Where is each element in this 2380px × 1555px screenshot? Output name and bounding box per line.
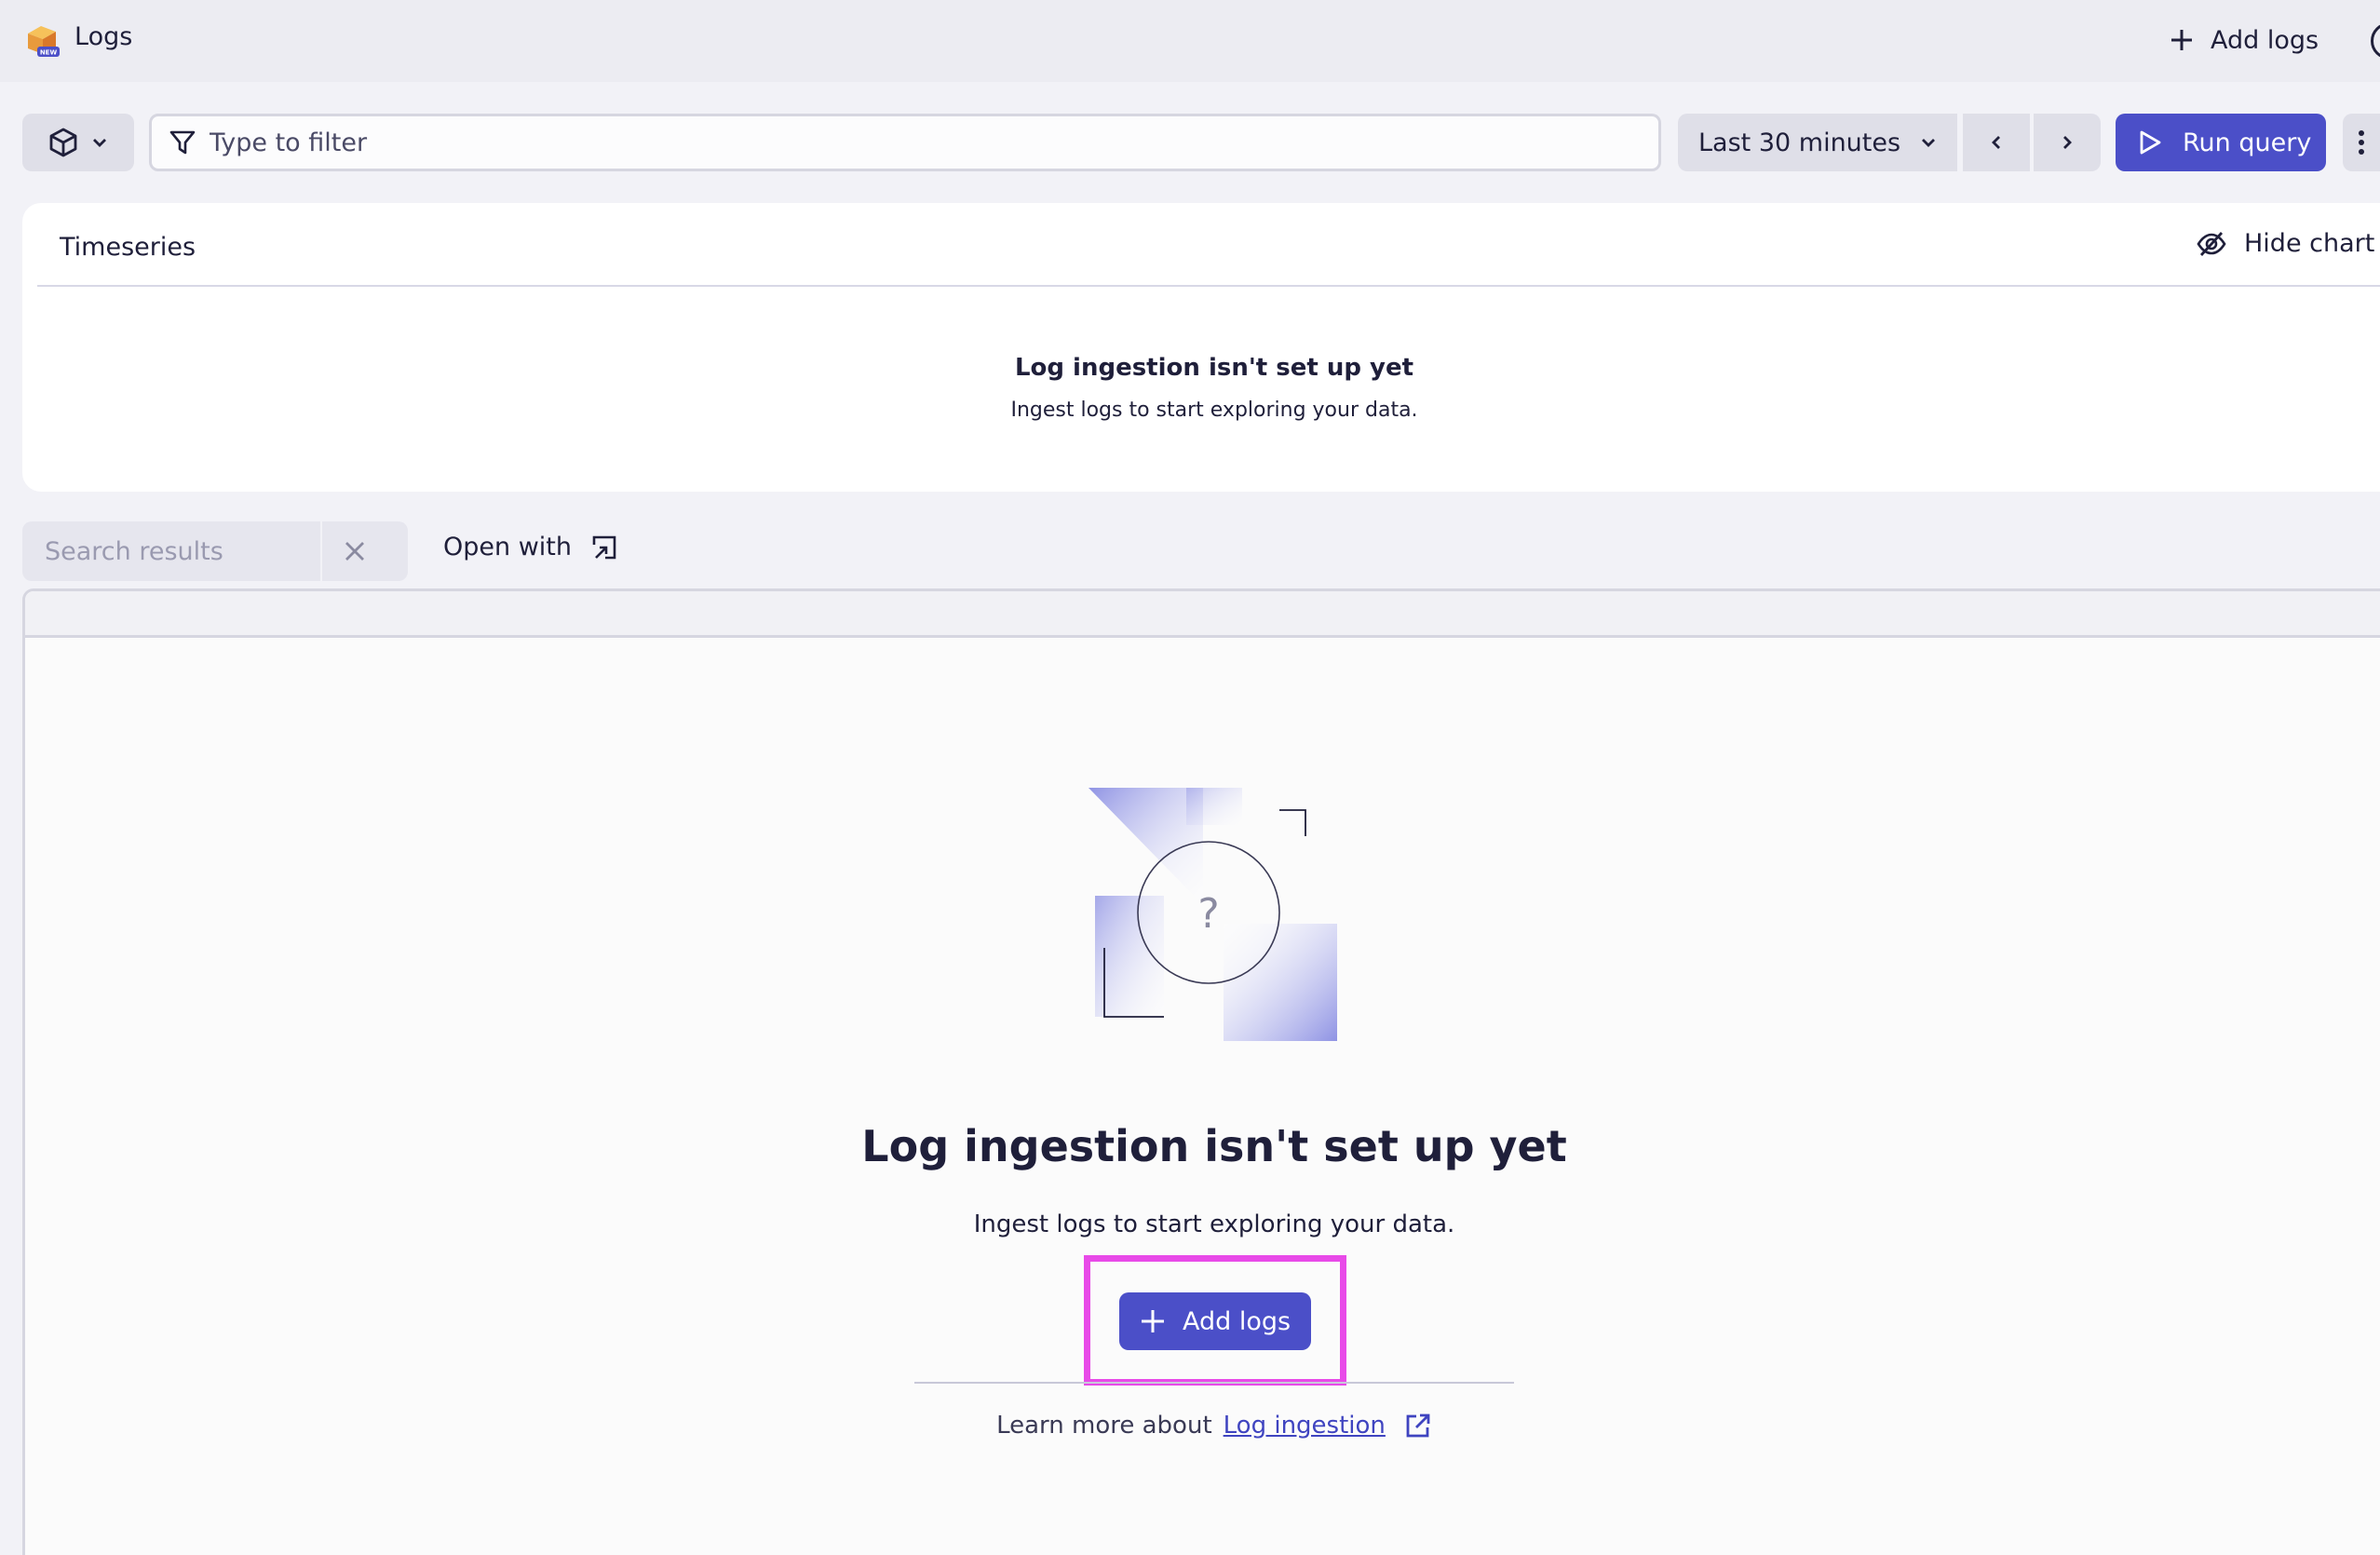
chevron-right-icon	[2063, 136, 2072, 149]
hide-chart-button[interactable]: Hide chart	[2196, 229, 2374, 258]
learn-more-prefix: Learn more about	[996, 1412, 1212, 1440]
external-link-icon[interactable]	[1404, 1412, 1432, 1440]
logs-app-icon[interactable]: NEW	[24, 20, 61, 60]
add-logs-label: Add logs	[1183, 1306, 1291, 1336]
results-panel	[22, 588, 2380, 1555]
app-title: Logs	[74, 22, 133, 51]
search-results-field[interactable]	[22, 521, 408, 581]
filter-field[interactable]	[149, 114, 1661, 171]
timeframe-next-button[interactable]	[2034, 114, 2101, 171]
timeframe-previous-button[interactable]	[1963, 114, 2030, 171]
timeseries-title: Timeseries	[60, 233, 196, 262]
chevron-down-icon	[1922, 139, 1936, 147]
empty-state-subtitle: Ingest logs to start exploring your data…	[973, 1210, 1455, 1238]
log-ingestion-link[interactable]: Log ingestion	[1224, 1412, 1386, 1440]
top-bar	[0, 0, 2380, 82]
add-logs-button[interactable]: Add logs	[1119, 1292, 1311, 1350]
svg-text:?: ?	[1197, 890, 1219, 938]
hide-chart-label: Hide chart	[2244, 229, 2375, 258]
timeframe-label: Last 30 minutes	[1698, 128, 1901, 157]
close-icon	[345, 542, 364, 561]
empty-state-divider	[914, 1382, 1514, 1384]
eye-off-icon	[2197, 231, 2226, 256]
run-query-label: Run query	[2183, 128, 2312, 157]
open-with-icon	[592, 535, 616, 559]
empty-state-title: Log ingestion isn't set up yet	[861, 1121, 1567, 1171]
plus-icon	[1142, 1310, 1164, 1332]
header-add-logs-label: Add logs	[2211, 25, 2319, 55]
clear-search-button[interactable]	[322, 521, 387, 581]
timeseries-divider	[37, 285, 2380, 287]
cube-icon	[49, 128, 77, 157]
open-with-label: Open with	[443, 533, 572, 561]
plus-icon	[2171, 30, 2192, 50]
empty-state-illustration: ?	[1089, 788, 1337, 1041]
more-options-button[interactable]	[2343, 114, 2380, 171]
chevron-left-icon	[1992, 136, 2000, 149]
play-icon	[2140, 130, 2161, 155]
results-table-header	[25, 591, 2380, 638]
learn-more-row: Learn more about Log ingestion	[0, 1412, 2380, 1440]
timeseries-empty-title: Log ingestion isn't set up yet	[1014, 354, 1414, 382]
filter-input[interactable]	[210, 128, 1606, 157]
run-query-button[interactable]: Run query	[2116, 114, 2326, 171]
timeseries-empty-subtitle: Ingest logs to start exploring your data…	[1010, 399, 1418, 422]
chevron-down-icon	[93, 139, 106, 147]
segment-selector-button[interactable]	[22, 114, 134, 171]
timeseries-card	[22, 203, 2380, 492]
header-add-logs-button[interactable]: Add logs	[2170, 19, 2319, 61]
svg-text:NEW: NEW	[40, 49, 58, 57]
filter-icon	[169, 130, 196, 155]
timeframe-selector[interactable]: Last 30 minutes	[1678, 114, 1957, 171]
open-with-button[interactable]: Open with	[443, 533, 618, 561]
search-results-input[interactable]	[22, 536, 320, 566]
more-vertical-icon	[2359, 130, 2364, 155]
